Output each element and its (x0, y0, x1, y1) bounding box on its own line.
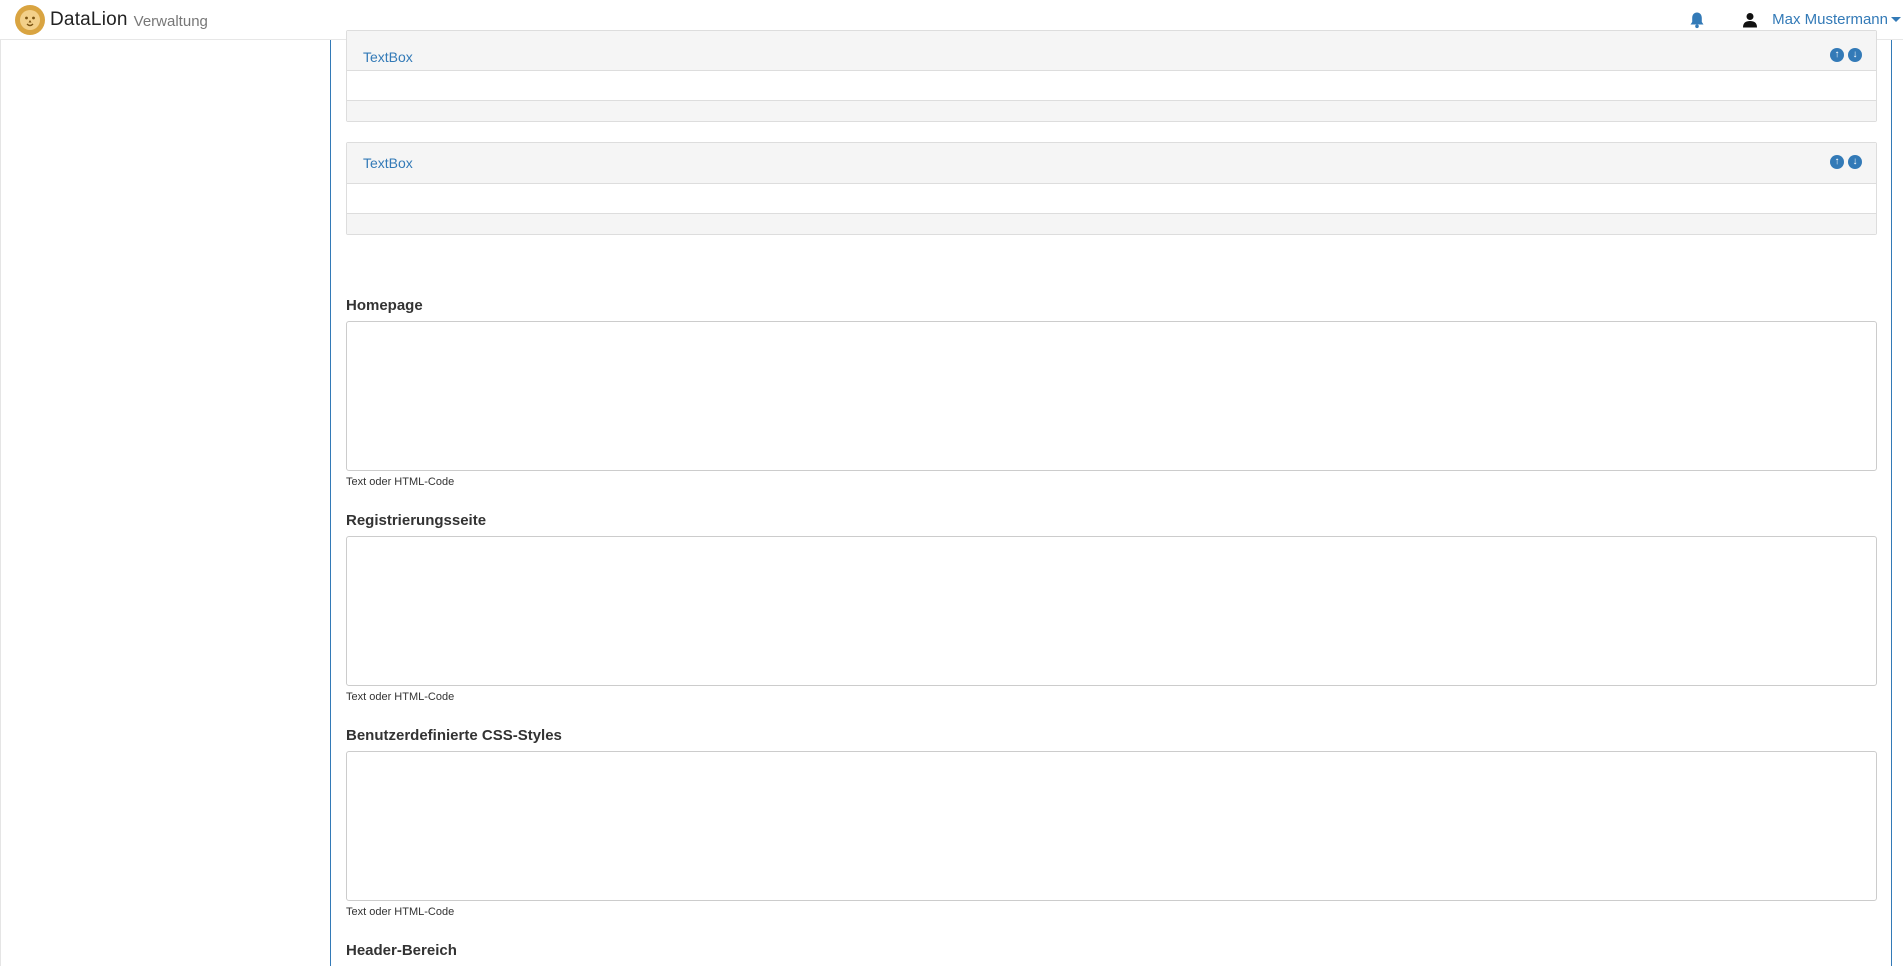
brand-subtitle: Verwaltung (133, 13, 208, 30)
registration-page-label: Registrierungsseite (346, 512, 487, 529)
registration-page-help-text: Text oder HTML-Code (346, 691, 455, 703)
lion-logo-icon (15, 5, 45, 35)
arrow-up-circle-icon[interactable]: ↑ (1830, 155, 1844, 169)
panel-body (347, 71, 1876, 101)
custom-css-help-text: Text oder HTML-Code (346, 906, 455, 918)
arrow-up-circle-icon[interactable]: ↑ (1830, 48, 1844, 62)
chevron-down-icon (1891, 17, 1901, 23)
panel-title[interactable]: TextBox (363, 49, 413, 65)
content-right-border (1891, 40, 1892, 966)
homepage-help-text: Text oder HTML-Code (346, 476, 455, 488)
custom-css-textarea[interactable] (346, 751, 1877, 901)
panel-footer (347, 101, 1876, 121)
arrow-down-circle-icon[interactable]: ↓ (1848, 155, 1862, 169)
main-content: TextBox ↑ ↓ TextBox ↑ ↓ Homepage Text od… (346, 30, 1877, 966)
user-icon (1743, 13, 1758, 28)
sidebar (0, 40, 331, 966)
panel-reorder-controls: ↑ ↓ (1826, 155, 1862, 169)
panel-body (347, 184, 1876, 214)
panel-heading: TextBox ↑ ↓ (347, 143, 1876, 184)
homepage-label: Homepage (346, 297, 423, 314)
textbox-panel: TextBox ↑ ↓ (346, 142, 1877, 235)
homepage-textarea[interactable] (346, 321, 1877, 471)
textbox-panel: TextBox ↑ ↓ (346, 30, 1877, 122)
registration-page-textarea[interactable] (346, 536, 1877, 686)
brand[interactable]: DataLion Verwaltung (14, 3, 208, 37)
user-menu-toggle[interactable]: Max Mustermann (1772, 11, 1903, 29)
panel-title[interactable]: TextBox (363, 155, 413, 171)
custom-css-label: Benutzerdefinierte CSS-Styles (346, 727, 562, 744)
arrow-down-circle-icon[interactable]: ↓ (1848, 48, 1862, 62)
bell-icon[interactable] (1688, 11, 1706, 29)
panel-reorder-controls: ↑ ↓ (1826, 48, 1862, 62)
header-area-label: Header-Bereich (346, 942, 457, 959)
user-name: Max Mustermann (1772, 11, 1888, 28)
panel-heading: TextBox ↑ ↓ (347, 31, 1876, 71)
panel-footer (347, 214, 1876, 234)
brand-name: DataLion (50, 9, 128, 30)
